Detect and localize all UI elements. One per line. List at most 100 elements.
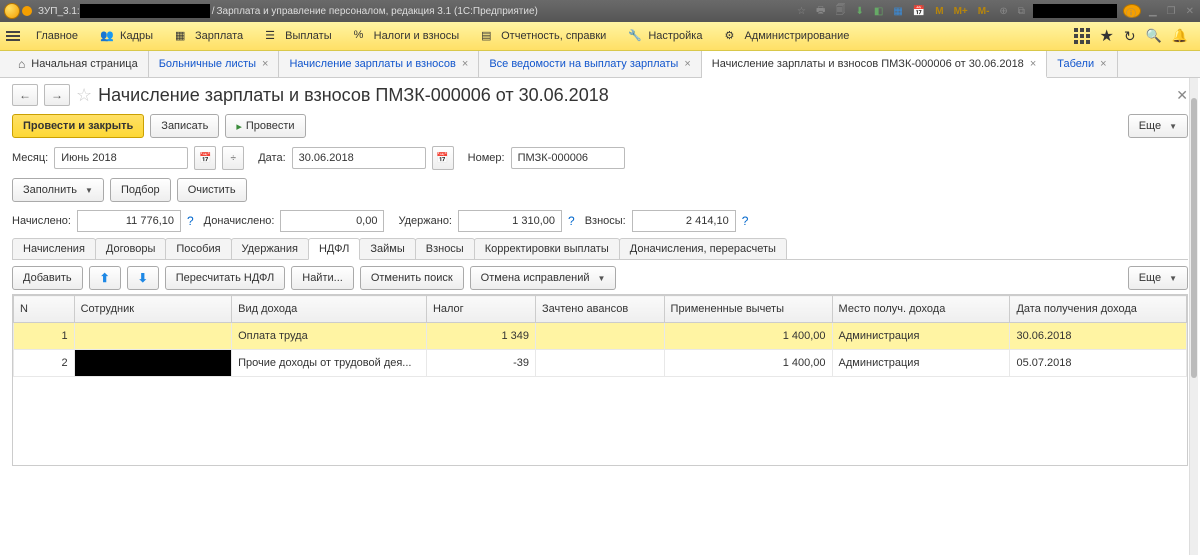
subtab[interactable]: Корректировки выплаты xyxy=(474,238,620,259)
tray-m-plus[interactable]: M+ xyxy=(952,6,970,17)
table-cell[interactable]: Администрация xyxy=(832,323,1010,350)
table-cell[interactable] xyxy=(74,350,232,377)
help-icon[interactable]: ? xyxy=(187,214,194,228)
page-close-button[interactable]: ✕ xyxy=(1176,87,1188,104)
table-cell[interactable]: Администрация xyxy=(832,350,1010,377)
doc-tab[interactable]: Начисление зарплаты и взносов× xyxy=(279,51,479,77)
table-cell[interactable]: 1 349 xyxy=(426,323,535,350)
column-header[interactable]: Вид дохода xyxy=(232,296,427,323)
post-and-close-button[interactable]: Провести и закрыть xyxy=(12,114,144,138)
find-button[interactable]: Найти... xyxy=(291,266,354,290)
bell-icon[interactable]: 🔔 xyxy=(1172,28,1188,44)
tray-m-minus[interactable]: M- xyxy=(976,6,992,17)
date-input[interactable]: 30.06.2018 xyxy=(292,147,426,169)
menu-taxes[interactable]: %Налоги и взносы xyxy=(344,25,470,47)
table-cell[interactable]: Прочие доходы от трудовой дея... xyxy=(232,350,427,377)
add-row-button[interactable]: Добавить xyxy=(12,266,83,290)
nav-forward-button[interactable]: → xyxy=(44,84,70,106)
favorite-star-icon[interactable]: ☆ xyxy=(76,85,92,106)
table-cell[interactable]: 1 400,00 xyxy=(664,350,832,377)
subtab[interactable]: Начисления xyxy=(12,238,96,259)
additional-value[interactable]: 0,00 xyxy=(280,210,384,232)
doc-tab[interactable]: Больничные листы× xyxy=(149,51,280,77)
table-cell[interactable]: 30.06.2018 xyxy=(1010,323,1187,350)
tab-close-icon[interactable]: × xyxy=(1100,58,1106,70)
column-header[interactable]: Сотрудник xyxy=(74,296,232,323)
menu-reports[interactable]: ▤Отчетность, справки xyxy=(471,25,616,47)
table-cell[interactable]: -39 xyxy=(426,350,535,377)
column-header[interactable]: Место получ. дохода xyxy=(832,296,1010,323)
history-icon[interactable]: ↻ xyxy=(1124,28,1136,45)
subtab[interactable]: Удержания xyxy=(231,238,309,259)
table-row[interactable]: 1 Оплата труда1 349 1 400,00Администрация3… xyxy=(14,323,1187,350)
menu-salary[interactable]: ▦Зарплата xyxy=(165,25,253,47)
menu-payments[interactable]: ☰Выплаты xyxy=(255,25,341,47)
tray-icon[interactable]: 🗐 xyxy=(833,3,847,20)
tray-icon[interactable]: 📅 xyxy=(911,6,927,17)
date-calendar-icon[interactable]: 📅 xyxy=(432,146,454,170)
month-spinner[interactable]: ÷ xyxy=(222,146,244,170)
tab-close-icon[interactable]: × xyxy=(262,58,268,70)
month-calendar-icon[interactable]: 📅 xyxy=(194,146,216,170)
table-cell[interactable]: 1 400,00 xyxy=(664,323,832,350)
window-close[interactable]: ✕ xyxy=(1184,6,1196,17)
apps-grid-icon[interactable] xyxy=(1074,28,1090,44)
column-header[interactable]: N xyxy=(14,296,75,323)
table-row[interactable]: 2 Прочие доходы от трудовой дея...-39 1 40… xyxy=(14,350,1187,377)
menu-settings[interactable]: 🔧Настройка xyxy=(618,25,712,47)
help-icon[interactable]: ? xyxy=(568,214,575,228)
tray-icon[interactable]: ⧉ xyxy=(1016,6,1027,17)
subtab[interactable]: Пособия xyxy=(165,238,231,259)
doc-tab[interactable]: ⌂Начальная страница xyxy=(8,51,149,77)
withheld-value[interactable]: 1 310,00 xyxy=(458,210,562,232)
window-restore[interactable]: ❐ xyxy=(1165,6,1178,17)
table-cell[interactable] xyxy=(74,323,232,350)
cancel-search-button[interactable]: Отменить поиск xyxy=(360,266,464,290)
more-button[interactable]: Еще▼ xyxy=(1128,114,1188,138)
subtab[interactable]: Договоры xyxy=(95,238,166,259)
tray-icon[interactable]: ▦ xyxy=(891,6,904,17)
tray-icon[interactable]: 🖶 xyxy=(814,3,827,20)
nav-back-button[interactable]: ← xyxy=(12,84,38,106)
recalc-ndfl-button[interactable]: Пересчитать НДФЛ xyxy=(165,266,286,290)
contrib-value[interactable]: 2 414,10 xyxy=(632,210,736,232)
cancel-fix-button[interactable]: Отмена исправлений▼ xyxy=(470,266,617,290)
tab-close-icon[interactable]: × xyxy=(1030,58,1036,70)
doc-tab[interactable]: Табели× xyxy=(1047,51,1117,77)
table-more-button[interactable]: Еще▼ xyxy=(1128,266,1188,290)
table-cell[interactable]: 1 xyxy=(14,323,75,350)
tab-close-icon[interactable]: × xyxy=(684,58,690,70)
tray-icon[interactable]: ◧ xyxy=(872,6,885,17)
move-down-button[interactable]: ⬇ xyxy=(127,266,159,290)
number-input[interactable]: ПМЗК-000006 xyxy=(511,147,625,169)
subtab[interactable]: Доначисления, перерасчеты xyxy=(619,238,787,259)
subtab[interactable]: Взносы xyxy=(415,238,475,259)
tray-icon[interactable]: ☆ xyxy=(795,6,808,17)
accrued-value[interactable]: 11 776,10 xyxy=(77,210,181,232)
vertical-scrollbar[interactable] xyxy=(1189,78,1198,555)
table-cell[interactable] xyxy=(536,350,665,377)
tray-m[interactable]: M xyxy=(933,6,945,17)
clear-button[interactable]: Очистить xyxy=(177,178,247,202)
subtab[interactable]: Займы xyxy=(359,238,415,259)
tab-close-icon[interactable]: × xyxy=(462,58,468,70)
table-cell[interactable]: Оплата труда xyxy=(232,323,427,350)
month-input[interactable]: Июнь 2018 xyxy=(54,147,188,169)
menu-admin[interactable]: ⚙Администрирование xyxy=(714,25,859,47)
window-minimize[interactable]: ▁ xyxy=(1147,6,1159,17)
column-header[interactable]: Зачтено авансов xyxy=(536,296,665,323)
save-button[interactable]: Записать xyxy=(150,114,219,138)
move-up-button[interactable]: ⬆ xyxy=(89,266,121,290)
help-icon[interactable]: ? xyxy=(742,214,749,228)
fill-button[interactable]: Заполнить▼ xyxy=(12,178,104,202)
doc-tab[interactable]: Начисление зарплаты и взносов ПМЗК-00000… xyxy=(702,51,1047,78)
doc-tab[interactable]: Все ведомости на выплату зарплаты× xyxy=(479,51,701,77)
menu-personnel[interactable]: 👥Кадры xyxy=(90,25,163,47)
column-header[interactable]: Примененные вычеты xyxy=(664,296,832,323)
select-button[interactable]: Подбор xyxy=(110,178,171,202)
tray-icon[interactable]: ⬇ xyxy=(853,6,865,17)
table-cell[interactable] xyxy=(536,323,665,350)
menu-main[interactable]: Главное xyxy=(26,26,88,46)
table-cell[interactable]: 2 xyxy=(14,350,75,377)
search-icon[interactable]: 🔍 xyxy=(1146,28,1162,44)
